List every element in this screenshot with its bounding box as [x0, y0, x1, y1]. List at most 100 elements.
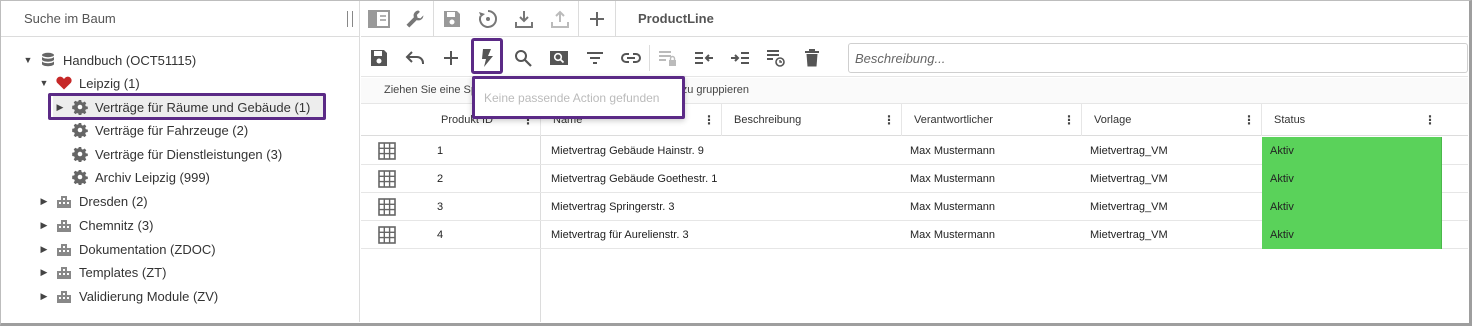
- preview-button[interactable]: [541, 39, 577, 77]
- lock-list-button[interactable]: [650, 39, 686, 77]
- chevron-down-icon[interactable]: ▼: [21, 55, 35, 65]
- table-row[interactable]: 4 Mietvertrag für Aurelienstr. 3 Max Mus…: [361, 221, 1468, 249]
- building-icon: [55, 263, 73, 281]
- tree-item-handbuch[interactable]: ▼ Handbuch (OCT51115): [21, 49, 202, 71]
- column-menu-icon[interactable]: ⋮: [1063, 113, 1075, 127]
- column-menu-icon[interactable]: ⋮: [1243, 113, 1255, 127]
- panel-toggle-button[interactable]: [361, 1, 397, 37]
- tree-item-chemnitz[interactable]: ▶ Chemnitz (3): [37, 214, 159, 236]
- save-button[interactable]: [361, 39, 397, 77]
- column-menu-icon[interactable]: ⋮: [883, 113, 895, 127]
- cell-verantwortlicher: Max Mustermann: [910, 145, 995, 157]
- table-row[interactable]: 3 Mietvertrag Springerstr. 3 Max Musterm…: [361, 193, 1468, 221]
- header-label: Beschreibung: [734, 114, 802, 126]
- plus-icon: [444, 50, 458, 65]
- tree-item-label: Dokumentation (ZDOC): [79, 241, 216, 257]
- tree-item-templates[interactable]: ▶ Templates (ZT): [37, 261, 172, 283]
- save-button-top[interactable]: [434, 1, 470, 37]
- tree-item-vertraege-fahrzeuge[interactable]: Verträge für Fahrzeuge (2): [67, 119, 254, 141]
- header-vorlage[interactable]: Vorlage ⋮: [1082, 104, 1262, 136]
- resize-handle-icon[interactable]: [347, 11, 353, 27]
- upload-button[interactable]: [542, 1, 578, 37]
- tree-item-validierung[interactable]: ▶ Validierung Module (ZV): [37, 285, 224, 307]
- cell-name: Mietvertrag für Aurelienstr. 3: [551, 229, 689, 241]
- status-label: Aktiv: [1270, 145, 1294, 157]
- outdent-button[interactable]: [686, 39, 722, 77]
- filter-button[interactable]: [577, 39, 613, 77]
- status-label: Aktiv: [1270, 173, 1294, 185]
- status-label: Aktiv: [1270, 229, 1294, 241]
- table-row[interactable]: 2 Mietvertrag Gebäude Goethestr. 1 Max M…: [361, 165, 1468, 193]
- list-history-icon: [767, 49, 785, 67]
- search-button[interactable]: [505, 39, 541, 77]
- download-icon: [515, 10, 533, 28]
- database-icon: [39, 51, 57, 69]
- status-badge: Aktiv: [1262, 221, 1442, 249]
- cell-produkt-id: 1: [437, 145, 444, 157]
- status-badge: Aktiv: [1262, 165, 1442, 193]
- tree-item-leipzig[interactable]: ▼ Leipzig (1): [37, 72, 146, 94]
- heart-icon: [55, 74, 73, 92]
- chevron-right-icon[interactable]: ▶: [37, 291, 51, 302]
- tree-sidebar: Suche im Baum ▼ Handbuch (OCT51115) ▼ Le…: [1, 1, 360, 322]
- save-icon: [371, 49, 387, 66]
- download-button[interactable]: [506, 1, 542, 37]
- list-history-button[interactable]: [758, 39, 794, 77]
- no-action-message: Keine passende Action gefunden: [484, 90, 660, 105]
- cell-name: Mietvertrag Springerstr. 3: [551, 201, 675, 213]
- cell-produkt-id: 4: [437, 229, 444, 241]
- grid-detail-icon[interactable]: [378, 142, 396, 163]
- data-grid: Produkt ID ⋮ Name ⋮ Beschreibung ⋮ Veran…: [361, 104, 1468, 322]
- list-lock-icon: [659, 50, 676, 66]
- grid-detail-icon[interactable]: [378, 198, 396, 219]
- undo-button[interactable]: [397, 39, 433, 77]
- filter-icon: [587, 51, 603, 64]
- table-row[interactable]: 1 Mietvertrag Gebäude Hainstr. 9 Max Mus…: [361, 137, 1468, 165]
- grid-detail-icon[interactable]: [378, 170, 396, 191]
- tree-item-label: Handbuch (OCT51115): [63, 52, 197, 68]
- cell-verantwortlicher: Max Mustermann: [910, 229, 995, 241]
- tree-item-archiv-leipzig[interactable]: Archiv Leipzig (999): [67, 166, 216, 188]
- tree-search-input[interactable]: Suche im Baum: [1, 1, 359, 37]
- building-icon: [55, 192, 73, 210]
- header-label: Verantwortlicher: [914, 114, 993, 126]
- tree-item-label: Verträge für Fahrzeuge (2): [95, 122, 249, 138]
- chevron-right-icon[interactable]: ▶: [37, 244, 51, 255]
- chevron-right-icon[interactable]: ▶: [37, 267, 51, 278]
- grid-detail-icon[interactable]: [378, 226, 396, 247]
- tree-item-label: Validierung Module (ZV): [79, 288, 219, 304]
- add-button[interactable]: [433, 39, 469, 77]
- header-beschreibung[interactable]: Beschreibung ⋮: [722, 104, 902, 136]
- tree-item-vertraege-dienstleistungen[interactable]: Verträge für Dienstleistungen (3): [67, 143, 288, 165]
- chevron-down-icon[interactable]: ▼: [37, 78, 51, 88]
- building-icon: [55, 216, 73, 234]
- cell-vorlage: Mietvertrag_VM: [1090, 201, 1168, 213]
- header-status[interactable]: Status ⋮: [1262, 104, 1442, 136]
- delete-button[interactable]: [794, 39, 830, 77]
- tree-item-label: Leipzig (1): [79, 75, 140, 91]
- tree-search-placeholder: Suche im Baum: [24, 11, 116, 26]
- settings-button[interactable]: [397, 1, 433, 37]
- tree-item-dresden[interactable]: ▶ Dresden (2): [37, 190, 154, 212]
- column-menu-icon[interactable]: ⋮: [1424, 113, 1436, 127]
- description-input[interactable]: [848, 43, 1468, 73]
- tree-item-label: Archiv Leipzig (999): [95, 169, 210, 185]
- link-button[interactable]: [613, 39, 649, 77]
- header-verantwortlicher[interactable]: Verantwortlicher ⋮: [902, 104, 1082, 136]
- chevron-right-icon[interactable]: ▶: [37, 196, 51, 207]
- tree-item-dokumentation[interactable]: ▶ Dokumentation (ZDOC): [37, 238, 222, 260]
- cell-produkt-id: 3: [437, 201, 444, 213]
- wrench-icon: [406, 10, 424, 27]
- history-button[interactable]: [470, 1, 506, 37]
- header-label: Status: [1274, 114, 1306, 126]
- add-button-top[interactable]: [579, 1, 615, 37]
- building-icon: [55, 287, 73, 305]
- selection-highlight-frame: [48, 93, 326, 120]
- chevron-right-icon[interactable]: ▶: [37, 220, 51, 231]
- indent-button[interactable]: [722, 39, 758, 77]
- header-label: Vorlage: [1094, 114, 1132, 126]
- save-icon: [444, 10, 460, 27]
- building-icon: [55, 240, 73, 258]
- page-title: ProductLine: [638, 11, 714, 26]
- column-menu-icon[interactable]: ⋮: [703, 113, 715, 127]
